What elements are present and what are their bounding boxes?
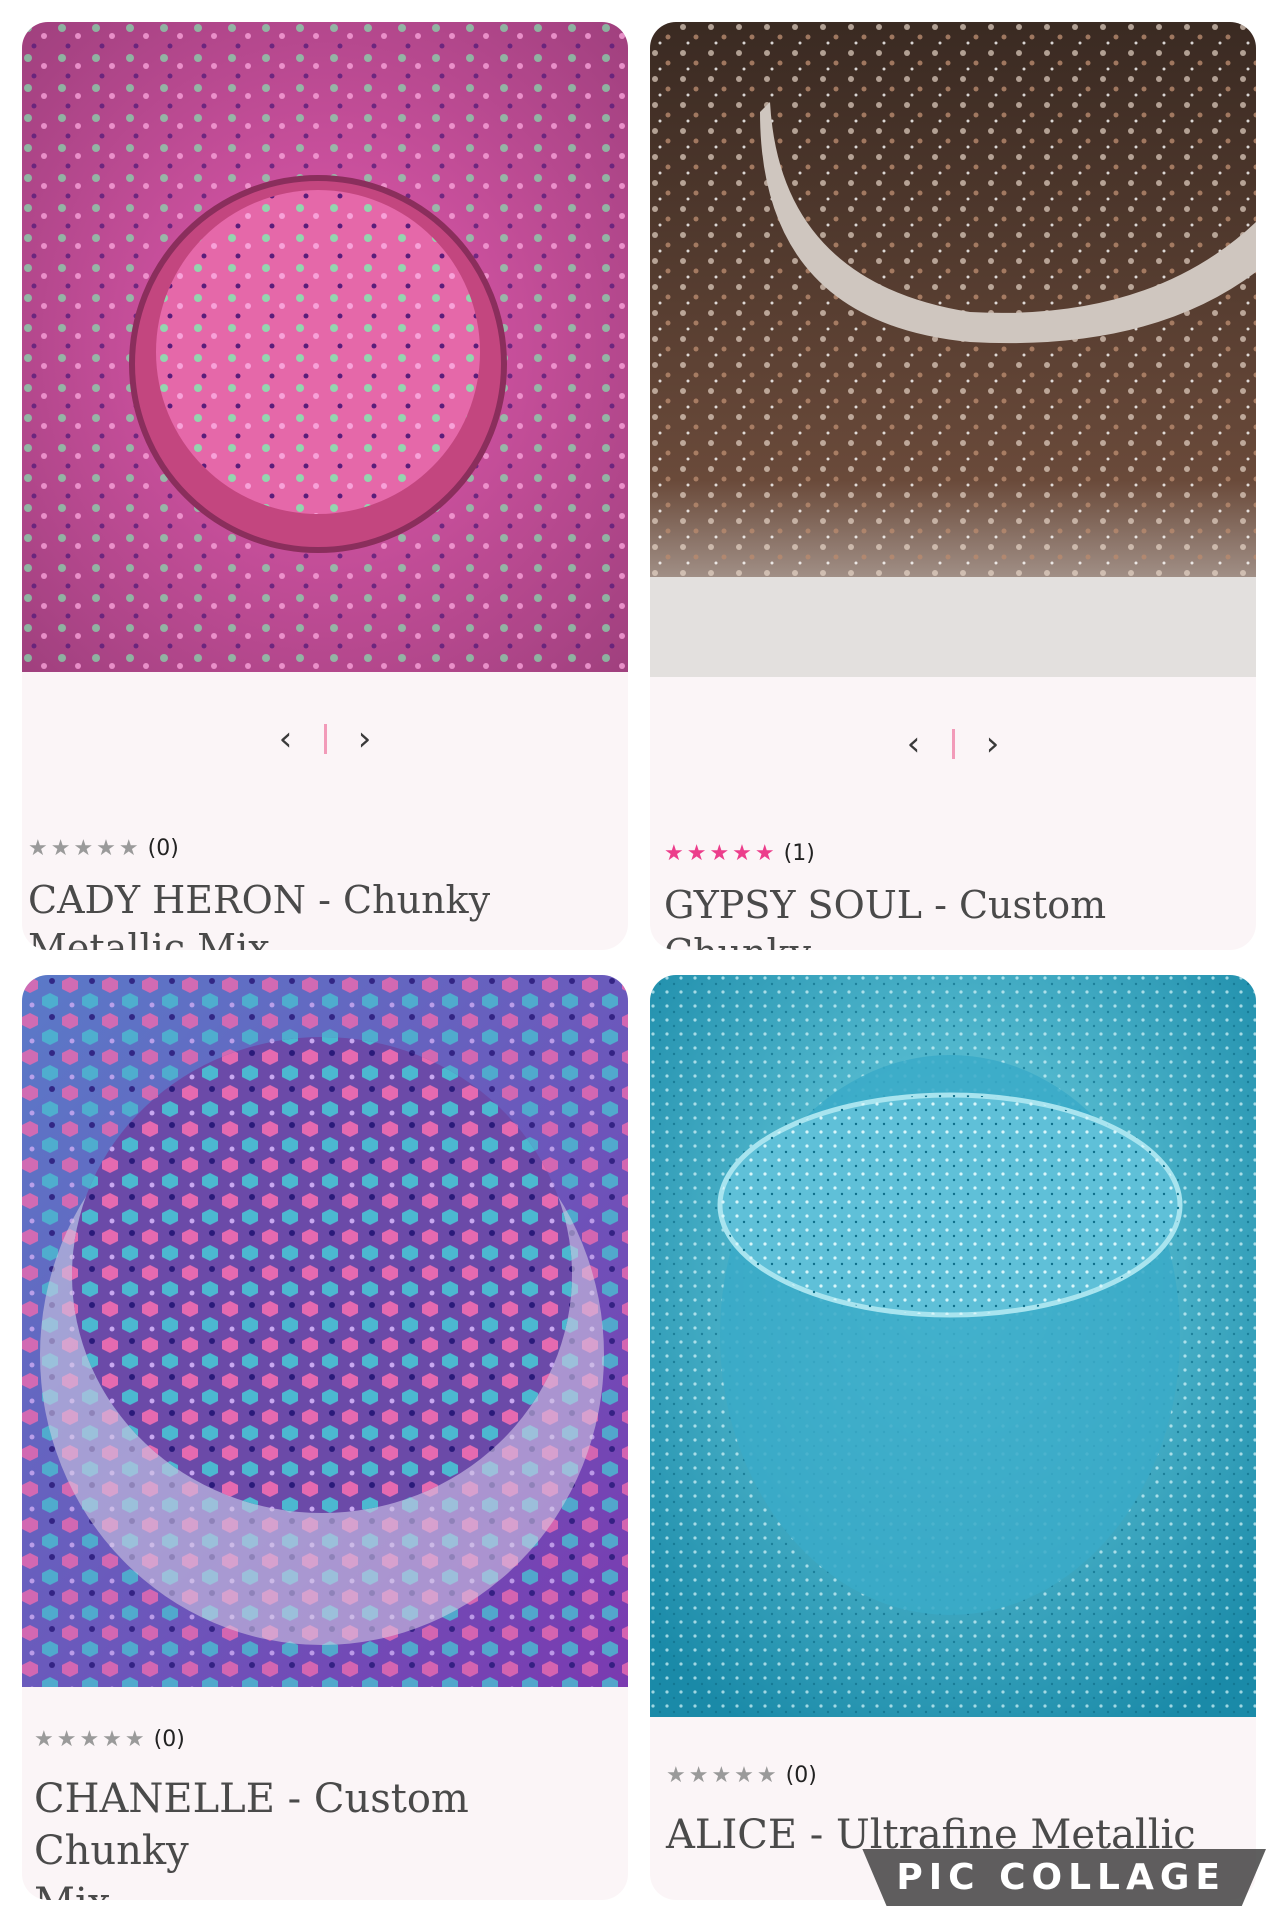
product-card[interactable]: ★★★★★ (0) CHANELLE - Custom Chunky Mix xyxy=(22,975,628,1900)
review-count: (0) xyxy=(147,836,179,861)
product-title[interactable]: GYPSY SOUL - Custom Chunky Holographic M… xyxy=(664,881,1256,950)
rating: ★★★★★ (1) xyxy=(664,841,815,866)
rating: ★★★★★ (0) xyxy=(34,1727,185,1752)
review-count: (1) xyxy=(783,841,815,866)
star-rating-icon: ★★★★★ xyxy=(666,1763,780,1788)
product-image[interactable] xyxy=(650,22,1256,677)
rating: ★★★★★ (0) xyxy=(28,836,179,861)
product-image[interactable] xyxy=(650,975,1256,1717)
star-rating-icon: ★★★★★ xyxy=(664,841,778,866)
pic-collage-watermark: PIC COLLAGE xyxy=(862,1849,1266,1906)
chevron-left-icon[interactable]: ‹ xyxy=(266,722,306,756)
pager-divider xyxy=(951,729,955,759)
chevron-left-icon[interactable]: ‹ xyxy=(894,727,934,761)
product-image[interactable] xyxy=(22,975,628,1687)
product-title[interactable]: CHANELLE - Custom Chunky Mix xyxy=(34,1773,628,1900)
star-rating-icon: ★★★★★ xyxy=(28,836,142,861)
product-card[interactable]: ★★★★★ (0) ALICE - Ultrafine Metallic xyxy=(650,975,1256,1900)
pager-divider xyxy=(323,724,327,754)
chevron-right-icon[interactable]: › xyxy=(973,727,1013,761)
review-count: (0) xyxy=(785,1763,817,1788)
image-pager: ‹ › xyxy=(22,722,628,756)
product-image[interactable] xyxy=(22,22,628,672)
image-pager: ‹ › xyxy=(650,727,1256,761)
star-rating-icon: ★★★★★ xyxy=(34,1727,148,1752)
product-title[interactable]: CADY HERON - Chunky Metallic Mix xyxy=(28,876,490,950)
rating: ★★★★★ (0) xyxy=(666,1763,817,1788)
chevron-right-icon[interactable]: › xyxy=(345,722,385,756)
review-count: (0) xyxy=(153,1727,185,1752)
product-card[interactable]: ‹ › ★★★★★ (0) CADY HERON - Chunky Metall… xyxy=(22,22,628,950)
product-card[interactable]: ‹ › ★★★★★ (1) GYPSY SOUL - Custom Chunky… xyxy=(650,22,1256,950)
